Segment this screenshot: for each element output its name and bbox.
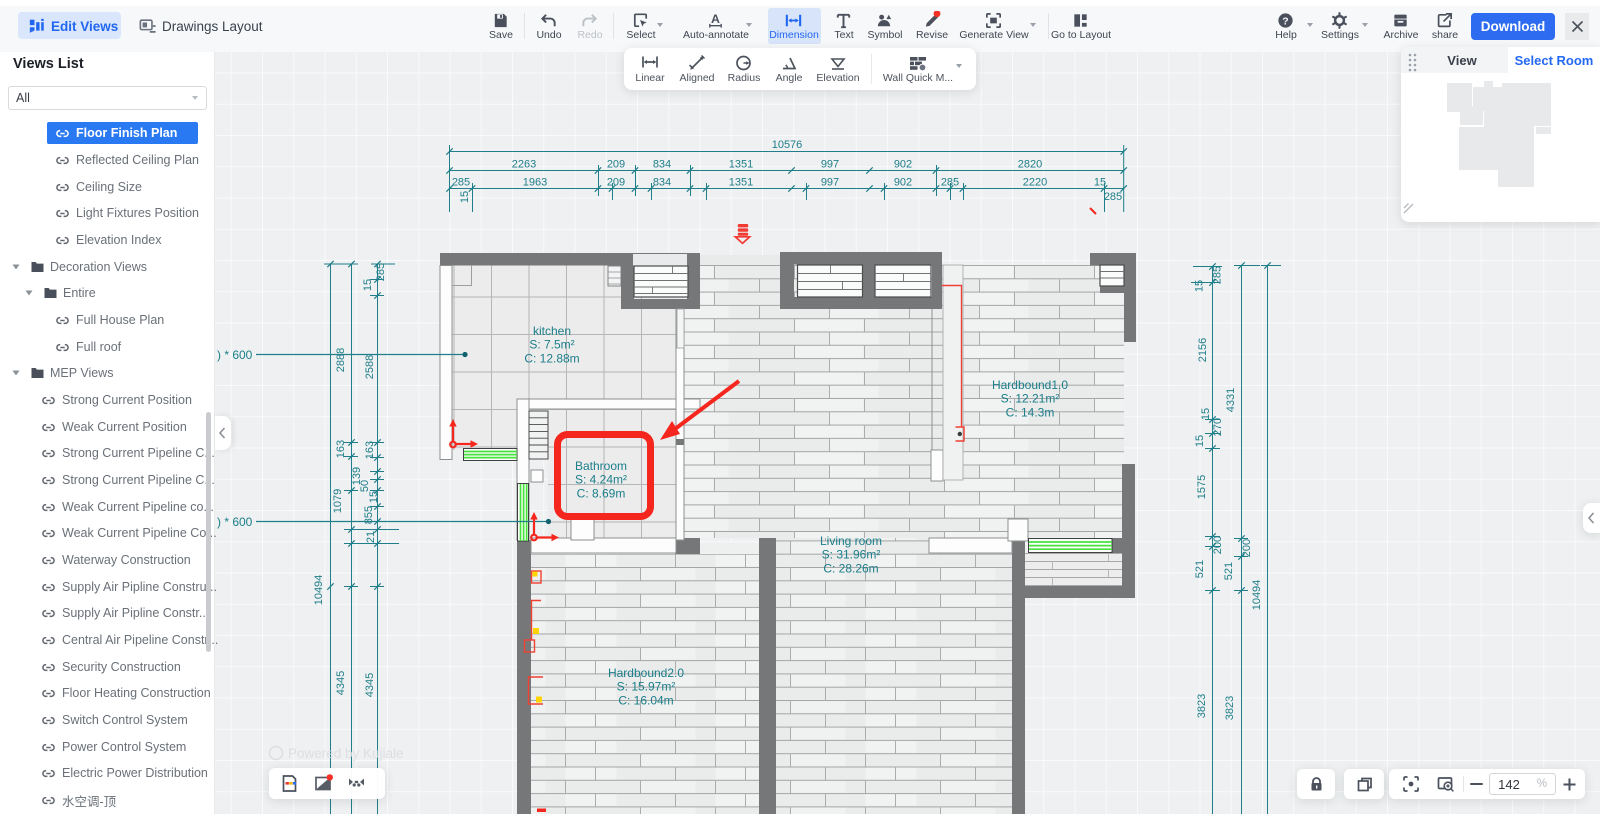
svg-text:S: 7.5m²: S: 7.5m² — [529, 338, 574, 352]
svg-text:1351: 1351 — [729, 177, 753, 189]
svg-text:4345: 4345 — [335, 671, 347, 695]
svg-text:209: 209 — [607, 177, 625, 189]
svg-text:C: 28.26m: C: 28.26m — [823, 561, 878, 575]
svg-text:) * 600: ) * 600 — [217, 515, 253, 529]
svg-text:C: 14.3m: C: 14.3m — [1006, 405, 1055, 419]
svg-text:15: 15 — [1194, 435, 1206, 447]
svg-text:4345: 4345 — [364, 673, 376, 697]
svg-text:?: ? — [1282, 16, 1288, 27]
svg-text:) * 600: ) * 600 — [217, 348, 253, 362]
svg-text:163: 163 — [364, 441, 376, 459]
svg-text:1575: 1575 — [1196, 475, 1208, 499]
svg-text:A: A — [711, 12, 720, 26]
svg-text:270: 270 — [1212, 418, 1224, 436]
svg-text:21: 21 — [365, 531, 377, 543]
svg-text:1079: 1079 — [332, 489, 344, 513]
svg-text:Living room: Living room — [820, 534, 882, 548]
svg-text:S: 4.24m²: S: 4.24m² — [575, 473, 627, 487]
svg-text:15: 15 — [1194, 280, 1206, 292]
svg-text:10494: 10494 — [313, 575, 325, 606]
svg-text:S: 15.97m²: S: 15.97m² — [617, 680, 676, 694]
svg-text:10494: 10494 — [1251, 580, 1263, 611]
svg-text:Bathroom: Bathroom — [575, 459, 627, 473]
svg-text:285: 285 — [941, 177, 959, 189]
svg-text:902: 902 — [894, 159, 912, 171]
svg-text:200: 200 — [1241, 539, 1253, 557]
svg-text:50: 50 — [359, 480, 371, 492]
svg-text:2588: 2588 — [364, 355, 376, 379]
svg-text:3823: 3823 — [1224, 696, 1236, 720]
svg-text:163: 163 — [335, 440, 347, 458]
svg-text:Powered by Kujiale: Powered by Kujiale — [288, 746, 404, 761]
svg-text:15: 15 — [1094, 177, 1106, 189]
svg-text:521: 521 — [1223, 562, 1235, 580]
svg-text:2220: 2220 — [1023, 177, 1047, 189]
svg-text:2820: 2820 — [1018, 159, 1042, 171]
svg-text:1963: 1963 — [523, 177, 547, 189]
svg-text:1351: 1351 — [729, 159, 753, 171]
svg-text:285: 285 — [1104, 191, 1122, 203]
svg-text:2888: 2888 — [335, 348, 347, 372]
svg-text:285: 285 — [375, 263, 387, 281]
svg-text:15: 15 — [459, 191, 471, 203]
svg-text:15: 15 — [1200, 408, 1212, 420]
svg-text:997: 997 — [821, 177, 839, 189]
svg-text:C: 8.69m: C: 8.69m — [577, 486, 626, 500]
svg-text:285: 285 — [1212, 266, 1224, 284]
svg-text:Hardbound1.0: Hardbound1.0 — [992, 378, 1068, 392]
svg-text:285: 285 — [452, 177, 470, 189]
svg-text:902: 902 — [894, 177, 912, 189]
svg-text:3823: 3823 — [1196, 694, 1208, 718]
svg-text:15: 15 — [368, 491, 380, 503]
svg-text:200: 200 — [1212, 536, 1224, 554]
svg-text:Hardbound2.0: Hardbound2.0 — [608, 666, 684, 680]
svg-text:2263: 2263 — [512, 159, 536, 171]
svg-text:C: 16.04m: C: 16.04m — [618, 693, 673, 707]
svg-text:15: 15 — [362, 279, 374, 291]
svg-text:997: 997 — [821, 159, 839, 171]
svg-text:S: 31.96m²: S: 31.96m² — [822, 548, 881, 562]
svg-text:521: 521 — [1194, 560, 1206, 578]
svg-text:C: 12.88m: C: 12.88m — [524, 351, 579, 365]
svg-text:S: 12.21m²: S: 12.21m² — [1001, 392, 1060, 406]
svg-text:2156: 2156 — [1197, 338, 1209, 362]
svg-text:kitchen: kitchen — [533, 324, 571, 338]
svg-text:834: 834 — [653, 159, 671, 171]
svg-text:4331: 4331 — [1225, 388, 1237, 412]
svg-text:209: 209 — [607, 159, 625, 171]
svg-text:10576: 10576 — [772, 139, 803, 151]
svg-text:834: 834 — [653, 177, 671, 189]
